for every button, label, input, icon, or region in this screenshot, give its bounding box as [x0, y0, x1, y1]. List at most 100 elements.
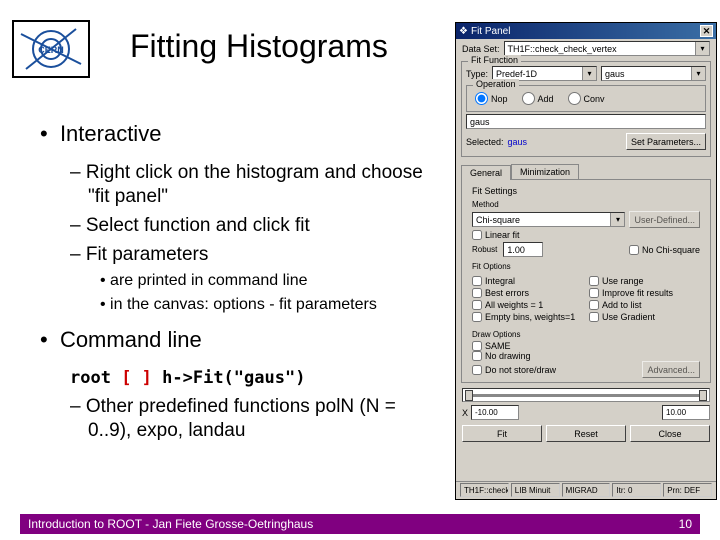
- bullet-i3: – Fit parameters: [70, 243, 440, 268]
- checkbox-input[interactable]: [472, 312, 482, 322]
- checkbox-input[interactable]: [472, 351, 482, 361]
- bullet-i3b: • in the canvas: options - fit parameter…: [100, 295, 440, 316]
- advanced-button[interactable]: Advanced...: [642, 361, 700, 378]
- button-label: Set Parameters...: [631, 137, 701, 147]
- radio-input[interactable]: [568, 92, 581, 105]
- titlebar[interactable]: ❖ Fit Panel ✕: [456, 23, 716, 39]
- operation-group: Operation Nop Add Conv: [466, 85, 706, 112]
- fit-options-grid: Integral Use range Best errors Improve f…: [466, 273, 706, 325]
- tab-general[interactable]: General: [461, 165, 511, 180]
- status-text: Itr: 0: [616, 486, 632, 495]
- bullet-cmdline: • Command line: [40, 326, 440, 355]
- dataset-label: Data Set:: [462, 44, 500, 54]
- fit-function-group: Fit Function Type: Predef-1D gaus Operat…: [461, 61, 711, 157]
- tab-label: Minimization: [520, 167, 570, 177]
- robust-label: Robust: [472, 245, 497, 254]
- method-value: Chi-square: [476, 215, 520, 225]
- checkbox-label: Best errors: [485, 288, 529, 298]
- checkbox-label: Improve fit results: [602, 288, 673, 298]
- draw-nodraw[interactable]: No drawing: [472, 351, 531, 361]
- opt-addlist[interactable]: Add to list: [589, 300, 700, 310]
- status-cell: MIGRAD: [562, 483, 611, 497]
- opt-integral[interactable]: Integral: [472, 276, 583, 286]
- checkbox-input[interactable]: [629, 245, 639, 255]
- checkbox-label: Integral: [485, 276, 515, 286]
- bullet-i2: – Select function and click fit: [70, 214, 440, 239]
- status-cell: TH1F::check: [460, 483, 509, 497]
- checkbox-label: SAME: [485, 341, 511, 351]
- action-buttons: Fit Reset Close: [456, 421, 716, 446]
- footer: Introduction to ROOT - Jan Fiete Grosse-…: [20, 514, 700, 534]
- status-cell: Prn: DEF: [663, 483, 712, 497]
- checkbox-input[interactable]: [589, 276, 599, 286]
- checkbox-input[interactable]: [589, 300, 599, 310]
- bullet-text: Fit parameters: [86, 244, 208, 265]
- formula-input[interactable]: gaus: [466, 114, 706, 129]
- tab-minimization[interactable]: Minimization: [511, 164, 579, 179]
- checkbox-input[interactable]: [589, 288, 599, 298]
- window-title-text: Fit Panel: [471, 26, 510, 37]
- linear-checkbox[interactable]: Linear fit: [472, 230, 520, 240]
- x-range-slider[interactable]: [462, 388, 710, 402]
- page-number: 10: [679, 517, 692, 531]
- function-dropdown[interactable]: gaus: [601, 66, 706, 81]
- bullet-interactive: • Interactive: [40, 120, 440, 149]
- checkbox-input[interactable]: [472, 341, 482, 351]
- set-parameters-button[interactable]: Set Parameters...: [626, 133, 706, 150]
- checkbox-input[interactable]: [472, 288, 482, 298]
- type-value: Predef-1D: [496, 69, 537, 79]
- method-dropdown[interactable]: Chi-square: [472, 212, 625, 227]
- slider-thumb-min[interactable]: [465, 390, 473, 401]
- user-defined-button[interactable]: User-Defined...: [629, 211, 700, 228]
- checkbox-input[interactable]: [472, 300, 482, 310]
- opt-allw[interactable]: All weights = 1: [472, 300, 583, 310]
- selected-link[interactable]: gaus: [508, 137, 528, 147]
- type-label: Type:: [466, 69, 488, 79]
- window-icon: ❖: [459, 26, 468, 37]
- bullet-text: Interactive: [60, 121, 162, 146]
- opt-gradient[interactable]: Use Gradient: [589, 312, 700, 322]
- selected-label: Selected:: [466, 137, 504, 147]
- opt-userange[interactable]: Use range: [589, 276, 700, 286]
- draw-same[interactable]: SAME: [472, 341, 700, 351]
- opt-empty[interactable]: Empty bins, weights=1: [472, 312, 583, 322]
- x-range-row: X -10.00 10.00: [456, 404, 716, 421]
- radio-conv[interactable]: Conv: [568, 92, 605, 105]
- status-cell: LIB Minuit: [511, 483, 560, 497]
- radio-label: Conv: [584, 94, 605, 104]
- code-prefix: root: [70, 368, 121, 388]
- radio-input[interactable]: [475, 92, 488, 105]
- checkbox-input[interactable]: [472, 230, 482, 240]
- checkbox-label: Empty bins, weights=1: [485, 312, 575, 322]
- checkbox-label: No drawing: [485, 351, 531, 361]
- function-value: gaus: [605, 69, 625, 79]
- radio-nop[interactable]: Nop: [475, 92, 508, 105]
- draw-nostore[interactable]: Do not store/draw: [472, 365, 556, 375]
- fit-button[interactable]: Fit: [462, 425, 542, 442]
- close-button[interactable]: Close: [630, 425, 710, 442]
- checkbox-label: All weights = 1: [485, 300, 543, 310]
- radio-label: Nop: [491, 94, 508, 104]
- reset-button[interactable]: Reset: [546, 425, 626, 442]
- slider-thumb-max[interactable]: [699, 390, 707, 401]
- status-cell: Itr: 0: [612, 483, 661, 497]
- footer-text: Introduction to ROOT - Jan Fiete Grosse-…: [28, 517, 313, 531]
- close-icon[interactable]: ✕: [700, 25, 713, 37]
- radio-add[interactable]: Add: [522, 92, 554, 105]
- slide: CERN Fitting Histograms • Interactive – …: [0, 0, 720, 540]
- dataset-dropdown[interactable]: TH1F::check_check_vertex: [504, 41, 710, 56]
- opt-best[interactable]: Best errors: [472, 288, 583, 298]
- nochi-checkbox[interactable]: No Chi-square: [629, 245, 700, 255]
- robust-input[interactable]: 1.00: [503, 242, 543, 257]
- window-title: ❖ Fit Panel: [459, 26, 510, 37]
- checkbox-input[interactable]: [589, 312, 599, 322]
- section-title: Fit Options: [466, 260, 706, 273]
- opt-improve[interactable]: Improve fit results: [589, 288, 700, 298]
- checkbox-input[interactable]: [472, 276, 482, 286]
- x-max-input[interactable]: 10.00: [662, 405, 710, 420]
- checkbox-label: No Chi-square: [642, 245, 700, 255]
- radio-input[interactable]: [522, 92, 535, 105]
- button-label: User-Defined...: [634, 215, 695, 225]
- x-min-input[interactable]: -10.00: [471, 405, 519, 420]
- checkbox-input[interactable]: [472, 365, 482, 375]
